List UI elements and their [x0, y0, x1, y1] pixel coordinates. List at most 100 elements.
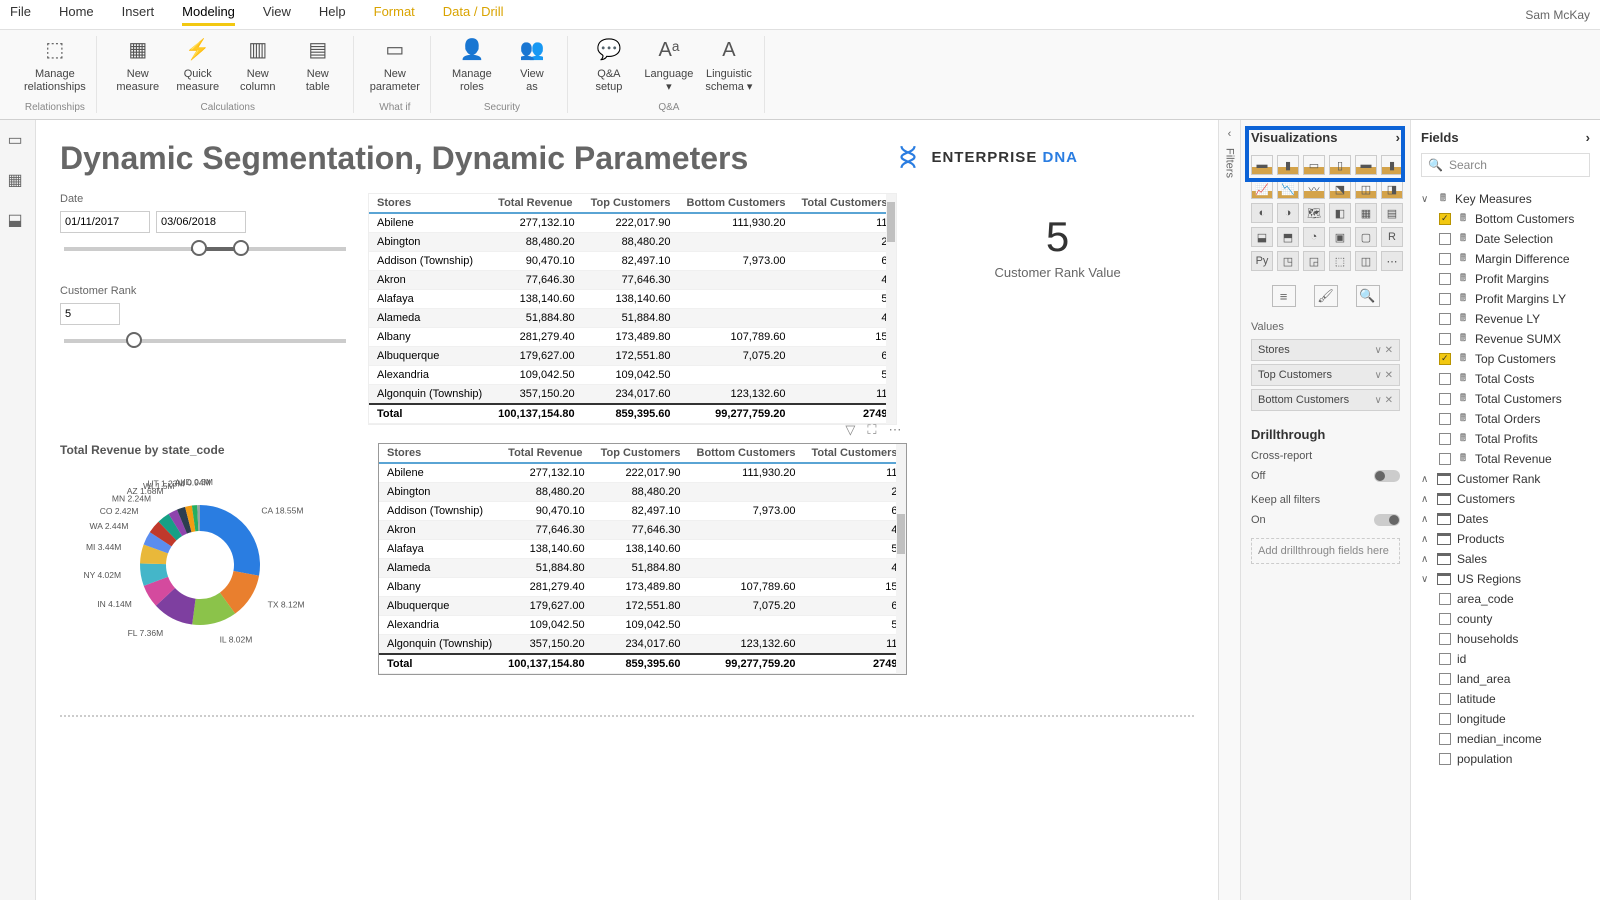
table-cell[interactable]: Abington [369, 233, 490, 252]
table-cell[interactable]: 281,279.40 [500, 578, 592, 597]
table-cell[interactable] [679, 233, 794, 252]
table-cell[interactable]: 222,017.90 [583, 213, 679, 233]
table-cell[interactable]: 138,140.60 [500, 540, 592, 559]
field-checkbox[interactable] [1439, 273, 1451, 285]
table-cell[interactable]: 109,042.50 [500, 616, 592, 635]
table-cell[interactable] [679, 290, 794, 309]
donut-chart[interactable]: CA 18.55MTX 8.12MIL 8.02MFL 7.36MIN 4.14… [60, 465, 320, 665]
field-population[interactable]: population [1421, 749, 1590, 769]
table-cell[interactable]: 4 [794, 271, 896, 290]
ribbon-q-a-setup[interactable]: 💬Q&Asetup [584, 36, 634, 102]
field-well[interactable]: Bottom Customers∨ ✕ [1251, 389, 1400, 411]
ribbon-new-table[interactable]: ▤Newtable [293, 36, 343, 102]
report-view-icon[interactable]: ▭ [8, 130, 28, 150]
field-checkbox[interactable] [1439, 673, 1451, 685]
field-checkbox[interactable] [1439, 713, 1451, 725]
field-date-selection[interactable]: 🖩Date Selection [1421, 229, 1590, 249]
viz-type-20[interactable]: ◔ [1303, 227, 1325, 247]
viz-type-29[interactable]: ⋯ [1381, 251, 1403, 271]
table-cell[interactable]: 357,150.20 [500, 635, 592, 655]
table-cell[interactable]: 77,646.30 [500, 521, 592, 540]
focus-icon[interactable]: ⛶ [867, 422, 876, 438]
viz-type-24[interactable]: Py [1251, 251, 1273, 271]
col-header[interactable]: Stores [369, 194, 490, 213]
table-cell[interactable]: 51,884.80 [593, 559, 689, 578]
table-cell[interactable]: 11 [804, 635, 906, 655]
table-cell[interactable]: Addison (Township) [369, 252, 490, 271]
more-icon[interactable]: ⋯ [889, 422, 902, 438]
fields-tab-icon[interactable]: ≡ [1272, 285, 1296, 307]
scrollbar-thumb-2[interactable] [897, 514, 905, 554]
remove-icon[interactable]: ✕ [1385, 345, 1393, 356]
viz-type-2[interactable]: ▭ [1303, 155, 1325, 175]
donut-slice[interactable] [200, 505, 260, 576]
table-cell[interactable]: 138,140.60 [583, 290, 679, 309]
table-cell[interactable]: 173,489.80 [583, 328, 679, 347]
table-cell[interactable]: Algonquin (Township) [379, 635, 500, 655]
viz-type-21[interactable]: ▣ [1329, 227, 1351, 247]
field-checkbox[interactable] [1439, 633, 1451, 645]
field-checkbox[interactable] [1439, 333, 1451, 345]
field-checkbox[interactable] [1439, 373, 1451, 385]
table-cell[interactable]: 77,646.30 [583, 271, 679, 290]
table-cell[interactable]: 107,789.60 [679, 328, 794, 347]
table-cell[interactable]: 179,627.00 [490, 347, 582, 366]
field-checkbox[interactable] [1439, 613, 1451, 625]
chevron-left-icon[interactable]: ‹ [1228, 128, 1232, 140]
table-cell[interactable]: Alafaya [379, 540, 500, 559]
viz-type-12[interactable]: ◐ [1251, 203, 1273, 223]
table-cell[interactable] [689, 540, 804, 559]
menu-modeling[interactable]: Modeling [182, 4, 235, 26]
remove-icon[interactable]: ✕ [1385, 370, 1393, 381]
table-cell[interactable]: 7,973.00 [689, 502, 804, 521]
table-cell[interactable]: Alafaya [369, 290, 490, 309]
table-cell[interactable]: Akron [369, 271, 490, 290]
table-cell[interactable]: 222,017.90 [593, 463, 689, 483]
viz-type-10[interactable]: ◫ [1355, 179, 1377, 199]
rank-slider[interactable] [64, 339, 346, 343]
table-cell[interactable]: 7,075.20 [679, 347, 794, 366]
ribbon-manage-roles[interactable]: 👤Manageroles [447, 36, 497, 102]
cross-report-toggle[interactable] [1374, 470, 1400, 482]
slider-handle-right[interactable] [233, 240, 249, 256]
viz-type-9[interactable]: ⬔ [1329, 179, 1351, 199]
table-cell[interactable]: 109,042.50 [490, 366, 582, 385]
table-cell[interactable]: 11 [804, 463, 906, 483]
viz-type-26[interactable]: ◲ [1303, 251, 1325, 271]
viz-type-15[interactable]: ◧ [1329, 203, 1351, 223]
table-cell[interactable]: 4 [804, 521, 906, 540]
table-cell[interactable]: 172,551.80 [583, 347, 679, 366]
table-cell[interactable] [689, 559, 804, 578]
field-checkbox[interactable] [1439, 753, 1451, 765]
field-bottom-customers[interactable]: 🖩Bottom Customers [1421, 209, 1590, 229]
table-cell[interactable]: 109,042.50 [593, 616, 689, 635]
ribbon-new-parameter[interactable]: ▭Newparameter [370, 36, 420, 102]
table-cell[interactable]: Abilene [379, 463, 500, 483]
table-cell[interactable]: 77,646.30 [593, 521, 689, 540]
table-cell[interactable]: Akron [379, 521, 500, 540]
date-from-input[interactable] [60, 211, 150, 233]
table-cell[interactable]: 179,627.00 [500, 597, 592, 616]
drillthrough-drop[interactable]: Add drillthrough fields here [1251, 538, 1400, 564]
col-header[interactable]: Total Customers [804, 444, 906, 463]
table-cell[interactable]: Algonquin (Township) [369, 385, 490, 405]
field-checkbox[interactable] [1439, 433, 1451, 445]
field-total-costs[interactable]: 🖩Total Costs [1421, 369, 1590, 389]
field-checkbox[interactable] [1439, 213, 1451, 225]
field-id[interactable]: id [1421, 649, 1590, 669]
field-checkbox[interactable] [1439, 353, 1451, 365]
date-to-input[interactable] [156, 211, 246, 233]
field-checkbox[interactable] [1439, 313, 1451, 325]
table-cell[interactable]: Albany [379, 578, 500, 597]
table-cell[interactable]: 5 [804, 540, 906, 559]
col-header[interactable]: Total Revenue [490, 194, 582, 213]
field-checkbox[interactable] [1439, 413, 1451, 425]
menu-help[interactable]: Help [319, 4, 346, 26]
field-checkbox[interactable] [1439, 693, 1451, 705]
viz-type-1[interactable]: ▮ [1277, 155, 1299, 175]
col-header[interactable]: Bottom Customers [689, 444, 804, 463]
table-node-key-measures[interactable]: ∨🖩Key Measures [1421, 189, 1590, 209]
table-cell[interactable]: 77,646.30 [490, 271, 582, 290]
menu-file[interactable]: File [10, 4, 31, 26]
chevron-down-icon[interactable]: ∨ [1375, 370, 1382, 381]
